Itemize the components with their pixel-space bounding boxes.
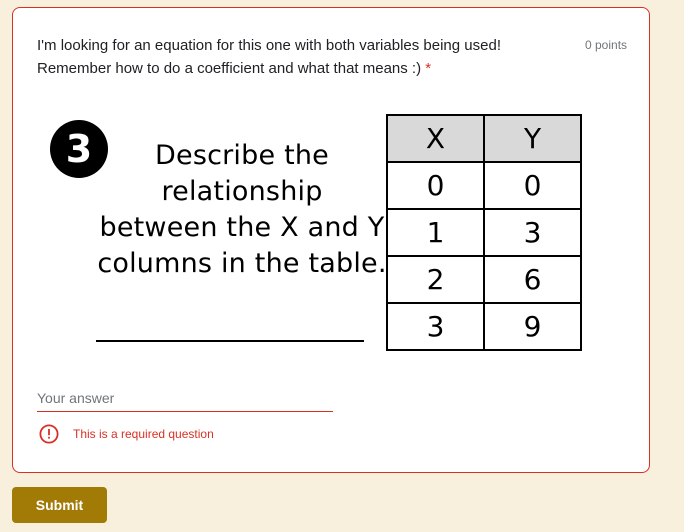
table-header-row: X Y <box>386 114 582 163</box>
table-cell: 3 <box>386 302 485 351</box>
table-row: 3 9 <box>386 302 582 351</box>
prompt-line: between the X and Y <box>99 212 385 243</box>
prompt-line: columns in the table. <box>97 248 387 279</box>
table-cell: 3 <box>483 208 582 257</box>
table-cell: 9 <box>483 302 582 351</box>
error-message: This is a required question <box>39 424 214 444</box>
table-row: 0 0 <box>386 161 582 210</box>
answer-blank-line <box>96 340 364 342</box>
question-text: I'm looking for an equation for this one… <box>37 37 501 77</box>
prompt-line: Describe the <box>155 140 329 171</box>
table-cell: 0 <box>483 161 582 210</box>
question-title: I'm looking for an equation for this one… <box>37 34 567 80</box>
table-cell: 2 <box>386 255 485 304</box>
answer-input[interactable] <box>37 384 333 412</box>
column-header-x: X <box>386 114 485 163</box>
question-card: I'm looking for an equation for this one… <box>12 7 650 473</box>
required-marker: * <box>425 60 432 77</box>
error-text: This is a required question <box>73 427 214 441</box>
prompt-line: relationship <box>161 176 323 207</box>
table-cell: 0 <box>386 161 485 210</box>
table-cell: 6 <box>483 255 582 304</box>
alert-circle-icon <box>39 424 59 444</box>
question-image: 3 Describe the relationship between the … <box>48 114 598 370</box>
submit-button[interactable]: Submit <box>12 487 107 523</box>
column-header-y: Y <box>483 114 582 163</box>
image-prompt: Describe the relationship between the X … <box>90 138 394 282</box>
table-row: 2 6 <box>386 255 582 304</box>
table-row: 1 3 <box>386 208 582 257</box>
xy-table: X Y 0 0 1 3 2 6 3 9 <box>386 114 582 351</box>
points-label: 0 points <box>585 38 628 52</box>
table-cell: 1 <box>386 208 485 257</box>
